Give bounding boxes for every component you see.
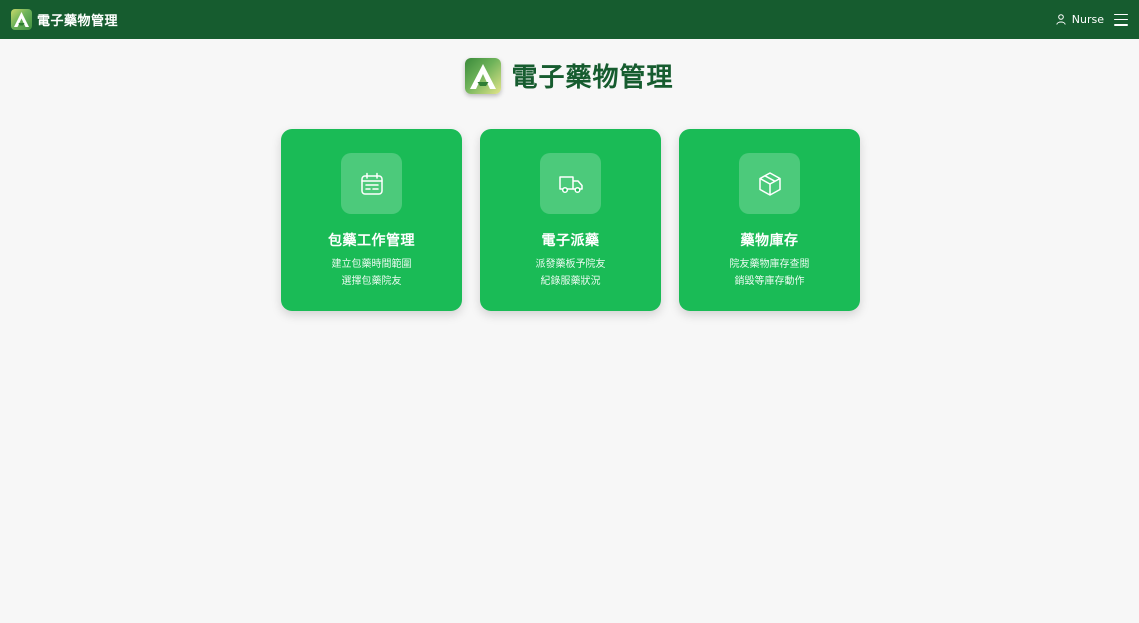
- card-desc-line: 選擇包藥院友: [341, 276, 402, 287]
- brand-title: 電子藥物管理: [37, 14, 119, 29]
- card-e-dispensing[interactable]: 電子派藥 派發藥板予院友 紀錄服藥狀況: [480, 129, 661, 311]
- app-logo-icon: [465, 57, 502, 94]
- card-packing-management[interactable]: 包藥工作管理 建立包藥時間範圍 選擇包藥院友: [281, 129, 462, 311]
- card-drug-inventory[interactable]: 藥物庫存 院友藥物庫存查閱 銷毀等庫存動作: [679, 129, 860, 311]
- page-title: 電子藥物管理: [511, 63, 674, 93]
- card-title: 藥物庫存: [740, 233, 799, 249]
- card-description: 院友藥物庫存查閱 銷毀等庫存動作: [730, 256, 810, 290]
- feature-cards: 包藥工作管理 建立包藥時間範圍 選擇包藥院友 電子派藥 派發藥板予院友 紀錄服藥…: [281, 129, 860, 311]
- user-name: Nurse: [1071, 13, 1104, 26]
- top-navigation-bar: 電子藥物管理 Nurse: [0, 0, 1139, 39]
- truck-icon: [540, 153, 601, 214]
- card-desc-line: 建立包藥時間範圍: [331, 259, 412, 270]
- card-desc-line: 院友藥物庫存查閱: [729, 259, 810, 270]
- app-logo-icon: [11, 9, 32, 30]
- card-title: 電子派藥: [541, 233, 600, 249]
- user-account[interactable]: Nurse: [1056, 13, 1104, 26]
- card-desc-line: 派發藥板予院友: [535, 259, 606, 270]
- brand[interactable]: 電子藥物管理: [11, 9, 118, 30]
- card-description: 派發藥板予院友 紀錄服藥狀況: [536, 256, 606, 290]
- box-icon: [739, 153, 800, 214]
- page-header: 電子藥物管理: [0, 57, 1139, 94]
- calendar-icon: [341, 153, 402, 214]
- hamburger-menu-icon[interactable]: [1114, 13, 1128, 26]
- card-title: 包藥工作管理: [328, 233, 415, 249]
- card-desc-line: 銷毀等庫存動作: [734, 276, 805, 287]
- card-desc-line: 紀錄服藥狀況: [540, 276, 601, 287]
- user-icon: [1056, 14, 1066, 25]
- card-description: 建立包藥時間範圍 選擇包藥院友: [332, 256, 412, 290]
